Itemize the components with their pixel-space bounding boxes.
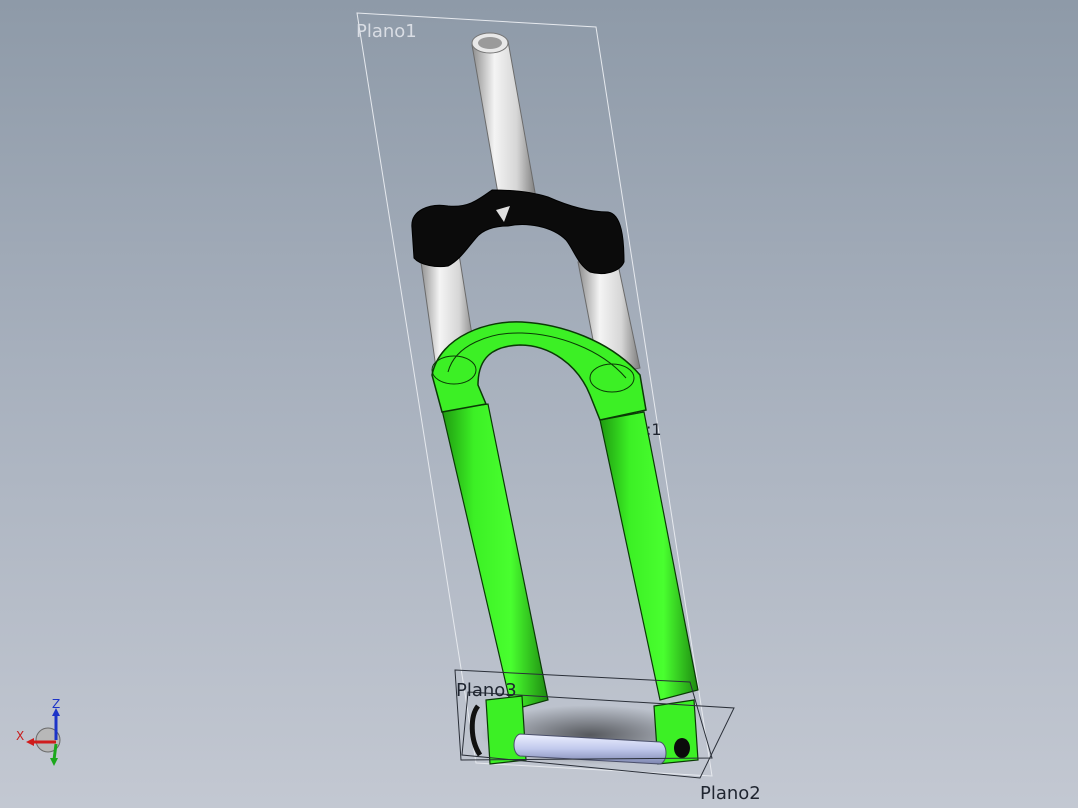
plano1-label: Plano1 bbox=[356, 21, 417, 42]
lower-leg-right[interactable] bbox=[599, 411, 699, 701]
triad-x-label: X bbox=[16, 729, 24, 743]
cad-viewport[interactable] bbox=[0, 0, 1078, 808]
lower-leg-left[interactable] bbox=[441, 403, 549, 711]
triad-y-arrow bbox=[50, 758, 58, 766]
triad-x-arrow bbox=[26, 738, 34, 746]
triad-y-axis bbox=[52, 743, 58, 761]
hidden-plane-label-fragment: :1 bbox=[646, 420, 662, 439]
plano3-label: Plano3 bbox=[456, 680, 517, 701]
reference-triad[interactable]: Z X bbox=[14, 694, 74, 774]
plano2-label: Plano2 bbox=[700, 783, 761, 804]
fork-crown[interactable] bbox=[411, 189, 625, 275]
steerer-tube[interactable] bbox=[471, 32, 537, 206]
